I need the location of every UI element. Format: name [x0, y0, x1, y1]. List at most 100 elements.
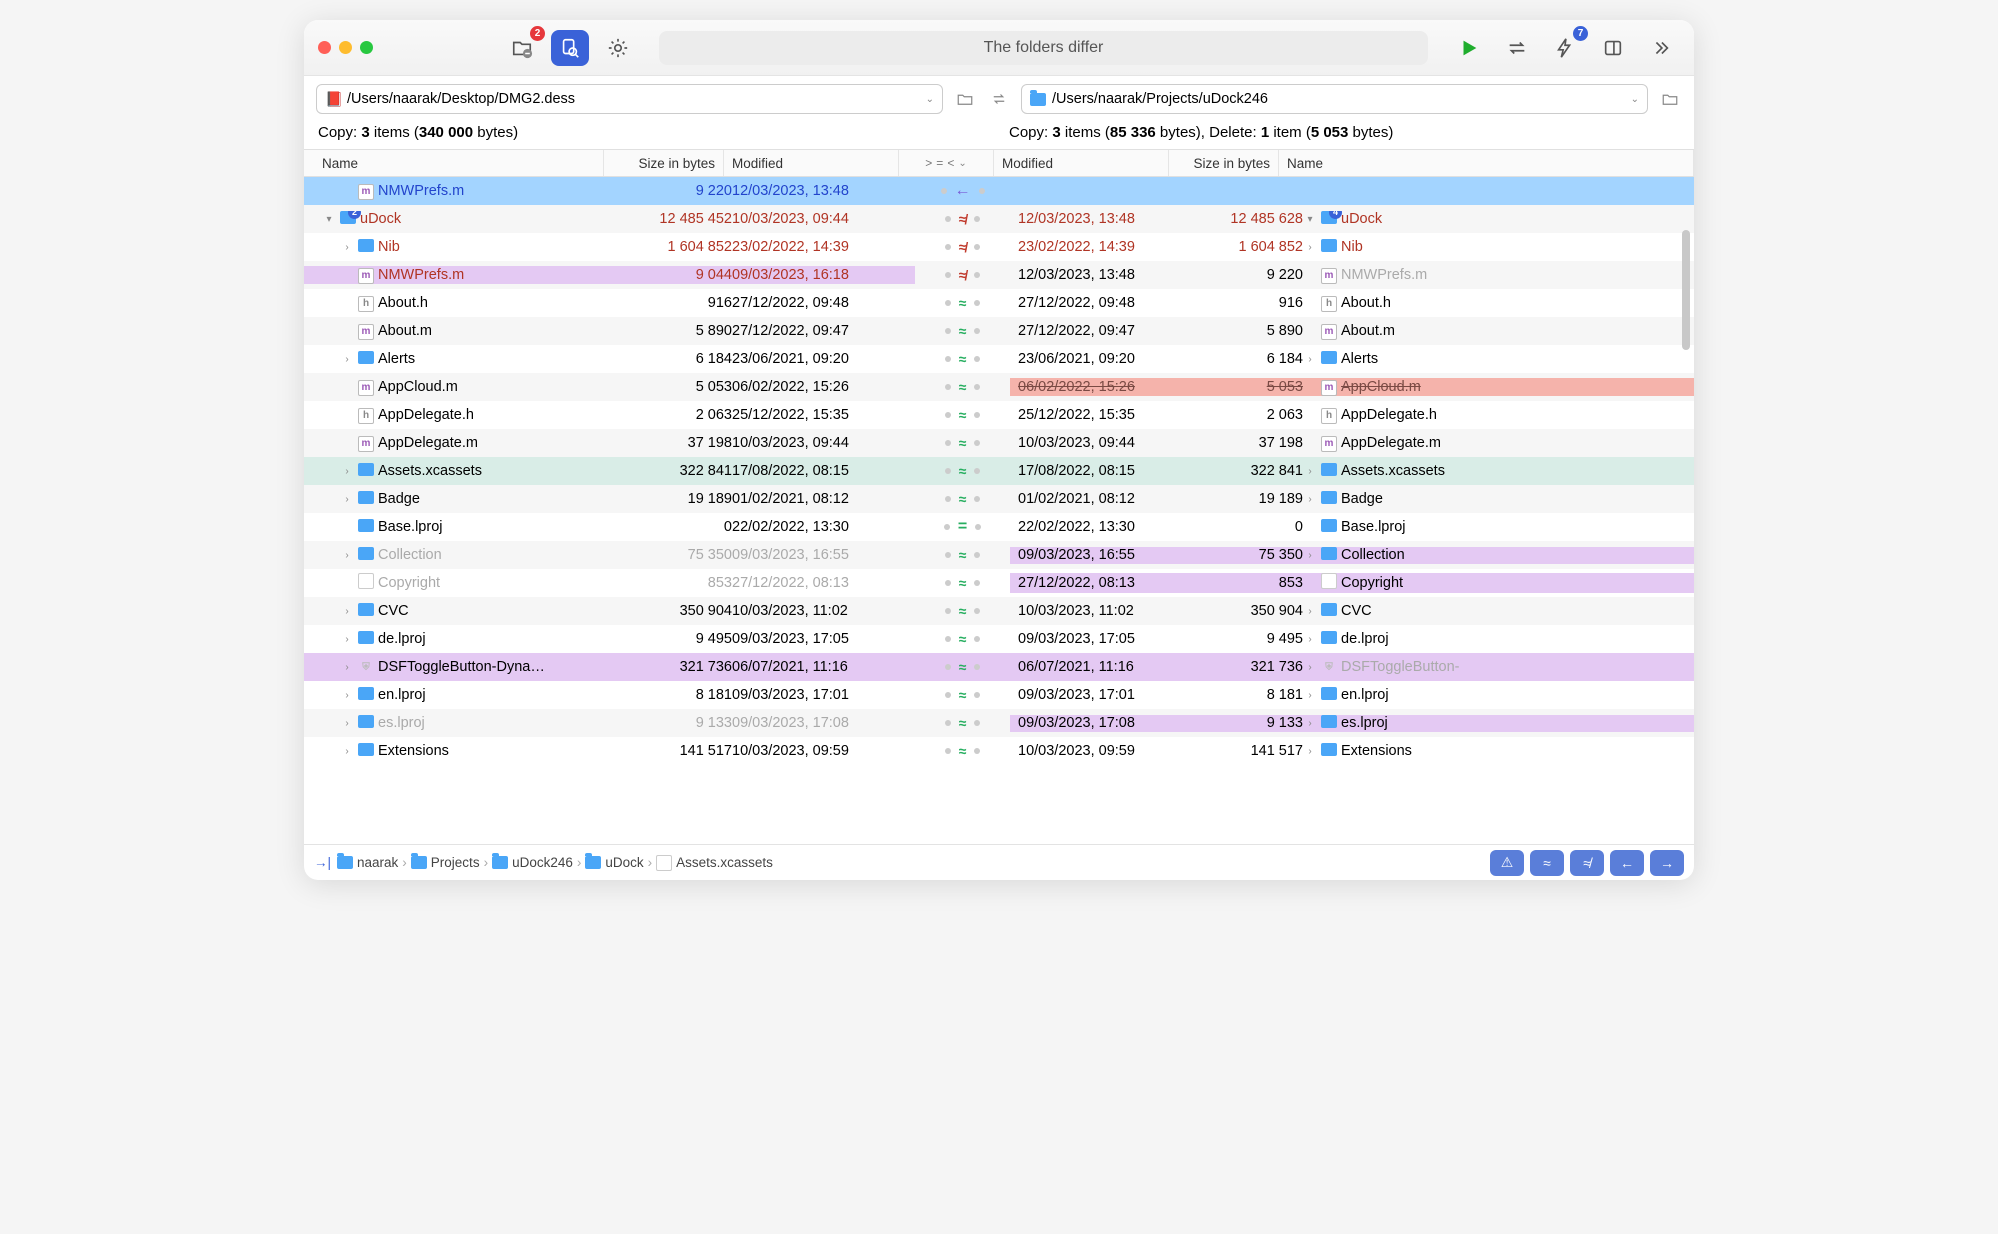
action-dot-left[interactable]: [945, 496, 951, 502]
footer-filter-button[interactable]: ←: [1610, 850, 1644, 876]
action-dot-right[interactable]: [974, 468, 980, 474]
file-row[interactable]: mNMWPrefs.m 9 220 12/03/2023, 13:48 ←: [304, 177, 1694, 205]
disclosure-triangle[interactable]: ›: [340, 634, 354, 645]
action-dot-right[interactable]: [974, 636, 980, 642]
disclosure-triangle[interactable]: ›: [1303, 718, 1317, 729]
action-dot-left[interactable]: [945, 720, 951, 726]
reveal-button[interactable]: →|: [314, 855, 331, 870]
open-right-folder-button[interactable]: [1658, 90, 1682, 108]
file-row[interactable]: ›CVC 350 904 10/03/2023, 11:02 ≈ 10/03/2…: [304, 597, 1694, 625]
file-row[interactable]: ▾2uDock 12 485 452 10/03/2023, 09:44 ≉ 1…: [304, 205, 1694, 233]
action-dot-left[interactable]: [945, 664, 951, 670]
scrollbar-thumb[interactable]: [1682, 230, 1690, 350]
action-dot-right[interactable]: [974, 692, 980, 698]
action-dot-right[interactable]: [974, 328, 980, 334]
action-dot-right[interactable]: [974, 216, 980, 222]
header-size-right[interactable]: Size in bytes: [1169, 150, 1279, 176]
file-row[interactable]: ›Alerts 6 184 23/06/2021, 09:20 ≈ 23/06/…: [304, 345, 1694, 373]
file-row[interactable]: mAbout.m 5 890 27/12/2022, 09:47 ≈ 27/12…: [304, 317, 1694, 345]
file-row[interactable]: ›Assets.xcassets 322 841 17/08/2022, 08:…: [304, 457, 1694, 485]
file-row[interactable]: mAppDelegate.m 37 198 10/03/2023, 09:44 …: [304, 429, 1694, 457]
file-row[interactable]: ›Nib 1 604 852 23/02/2022, 14:39 ≉ 23/02…: [304, 233, 1694, 261]
action-dot-left[interactable]: [945, 272, 951, 278]
disclosure-triangle[interactable]: ›: [340, 746, 354, 757]
disclosure-triangle[interactable]: ›: [340, 354, 354, 365]
disclosure-triangle[interactable]: ›: [1303, 466, 1317, 477]
file-row[interactable]: mNMWPrefs.m 9 044 09/03/2023, 16:18 ≉ 12…: [304, 261, 1694, 289]
action-dot-right[interactable]: [974, 496, 980, 502]
layout-button[interactable]: [1594, 30, 1632, 66]
breadcrumb-item[interactable]: uDock: [605, 855, 643, 870]
run-button[interactable]: [1450, 30, 1488, 66]
swap-paths-button[interactable]: [987, 90, 1011, 108]
file-row[interactable]: Copyright 853 27/12/2022, 08:13 ≈ 27/12/…: [304, 569, 1694, 597]
header-comparison[interactable]: > = < ⌄: [899, 150, 994, 176]
file-row[interactable]: hAppDelegate.h 2 063 25/12/2022, 15:35 ≈…: [304, 401, 1694, 429]
header-name-right[interactable]: Name: [1279, 150, 1694, 176]
right-path-input[interactable]: /Users/naarak/Projects/uDock246 ⌄: [1021, 84, 1648, 114]
zoom-window-button[interactable]: [360, 41, 373, 54]
breadcrumb-item[interactable]: Assets.xcassets: [676, 855, 773, 870]
action-dot-left[interactable]: [945, 384, 951, 390]
breadcrumb-item[interactable]: Projects: [431, 855, 480, 870]
disclosure-triangle[interactable]: ›: [1303, 746, 1317, 757]
file-row[interactable]: Base.lproj 0 22/02/2022, 13:30 = 22/02/2…: [304, 513, 1694, 541]
action-dot-left[interactable]: [945, 608, 951, 614]
footer-filter-button[interactable]: ≈: [1530, 850, 1564, 876]
overflow-button[interactable]: [1642, 30, 1680, 66]
header-modified-right[interactable]: Modified: [994, 150, 1169, 176]
open-left-folder-button[interactable]: [953, 90, 977, 108]
settings-button[interactable]: [599, 30, 637, 66]
file-row[interactable]: ›⛨DSFToggleButton-Dyna… 321 736 06/07/20…: [304, 653, 1694, 681]
file-row[interactable]: ›en.lproj 8 181 09/03/2023, 17:01 ≈ 09/0…: [304, 681, 1694, 709]
file-row[interactable]: mAppCloud.m 5 053 06/02/2022, 15:26 ≈ 06…: [304, 373, 1694, 401]
action-dot-left[interactable]: [945, 580, 951, 586]
action-dot-left[interactable]: [945, 356, 951, 362]
close-window-button[interactable]: [318, 41, 331, 54]
action-dot-right[interactable]: [974, 412, 980, 418]
action-dot-left[interactable]: [945, 468, 951, 474]
action-dot-left[interactable]: [945, 244, 951, 250]
header-name-left[interactable]: Name: [304, 150, 604, 176]
action-dot-right[interactable]: [974, 748, 980, 754]
action-dot-left[interactable]: [945, 440, 951, 446]
action-dot-right[interactable]: [974, 272, 980, 278]
disclosure-triangle[interactable]: ›: [340, 662, 354, 673]
disclosure-triangle[interactable]: ›: [340, 718, 354, 729]
action-dot-right[interactable]: [974, 440, 980, 446]
disclosure-triangle[interactable]: ▾: [1303, 214, 1317, 225]
disclosure-triangle[interactable]: ›: [340, 494, 354, 505]
action-dot-left[interactable]: [945, 328, 951, 334]
footer-filter-button[interactable]: ⚠: [1490, 850, 1524, 876]
disclosure-triangle[interactable]: ›: [1303, 662, 1317, 673]
sync-button[interactable]: [1498, 30, 1536, 66]
file-row[interactable]: ›Collection 75 350 09/03/2023, 16:55 ≈ 0…: [304, 541, 1694, 569]
action-dot-left[interactable]: [945, 748, 951, 754]
disclosure-triangle[interactable]: ›: [1303, 242, 1317, 253]
disclosure-triangle[interactable]: ›: [340, 606, 354, 617]
action-dot-right[interactable]: [974, 552, 980, 558]
action-dot-right[interactable]: [974, 244, 980, 250]
file-row[interactable]: ›de.lproj 9 495 09/03/2023, 17:05 ≈ 09/0…: [304, 625, 1694, 653]
disclosure-triangle[interactable]: ›: [340, 242, 354, 253]
file-row[interactable]: ›es.lproj 9 133 09/03/2023, 17:08 ≈ 09/0…: [304, 709, 1694, 737]
footer-filter-button[interactable]: ≉: [1570, 850, 1604, 876]
actions-button[interactable]: 7: [1546, 30, 1584, 66]
action-dot-left[interactable]: [944, 524, 950, 530]
disclosure-triangle[interactable]: ›: [340, 550, 354, 561]
action-dot-right[interactable]: [979, 188, 985, 194]
disclosure-triangle[interactable]: ›: [1303, 606, 1317, 617]
action-dot-right[interactable]: [974, 608, 980, 614]
disclosure-triangle[interactable]: ▾: [322, 214, 336, 225]
action-dot-left[interactable]: [941, 188, 947, 194]
action-dot-right[interactable]: [974, 356, 980, 362]
action-dot-left[interactable]: [945, 216, 951, 222]
action-dot-right[interactable]: [974, 300, 980, 306]
chevron-down-icon[interactable]: ⌄: [926, 94, 934, 105]
action-dot-left[interactable]: [945, 636, 951, 642]
minimize-window-button[interactable]: [339, 41, 352, 54]
action-dot-right[interactable]: [974, 384, 980, 390]
left-path-input[interactable]: 📕 /Users/naarak/Desktop/DMG2.dess ⌄: [316, 84, 943, 114]
action-dot-right[interactable]: [974, 580, 980, 586]
action-dot-right[interactable]: [974, 664, 980, 670]
